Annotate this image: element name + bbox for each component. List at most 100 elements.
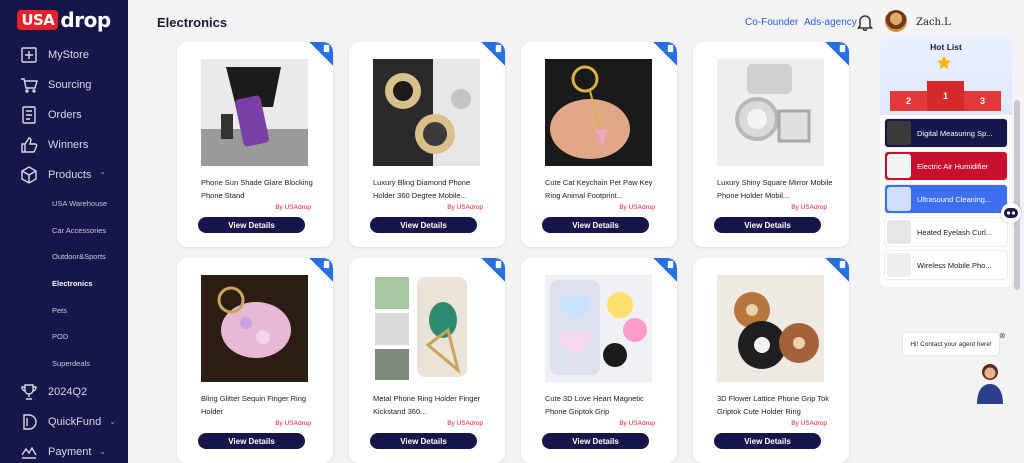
product-card[interactable]: 3D Flower Lattice Phone Grip Tok Griptok… <box>693 258 849 463</box>
hot-list-item[interactable]: Digital Measuring Sp... <box>884 118 1008 148</box>
podium-rank-1: 1 <box>927 81 964 111</box>
product-card[interactable]: Bling Glitter Sequin Finger Ring Holder … <box>177 258 333 463</box>
sidebar-item-2024q2[interactable]: 2024Q2 <box>0 377 128 407</box>
hot-item-thumb <box>887 121 911 145</box>
store-badge-icon <box>309 258 333 282</box>
view-details-button[interactable]: View Details <box>370 433 477 449</box>
hot-list-item[interactable]: Wireless Mobile Pho... <box>884 250 1008 280</box>
hot-item-label: Heated Eyelash Curl... <box>917 227 993 237</box>
view-details-button[interactable]: View Details <box>714 217 821 233</box>
chat-bot-icon[interactable] <box>1001 203 1021 223</box>
sidebar: USA drop MyStore Sourcing Orders Winners… <box>0 0 128 463</box>
view-details-button[interactable]: View Details <box>542 217 649 233</box>
star-icon <box>937 55 951 69</box>
product-image[interactable] <box>373 275 480 382</box>
product-grid: Phone Sun Shade Glare Blocking Phone Sta… <box>128 42 880 463</box>
fund-icon <box>20 413 38 431</box>
sidebar-item-orders[interactable]: Orders <box>0 100 128 130</box>
avatar[interactable] <box>885 10 907 32</box>
product-image[interactable] <box>717 59 824 166</box>
product-image[interactable] <box>545 275 652 382</box>
username[interactable]: Zach.L <box>916 17 951 28</box>
product-card[interactable]: Cute Cat Keychain Pet Paw Key Ring Anima… <box>521 42 677 247</box>
product-title: Cute Cat Keychain Pet Paw Key Ring Anima… <box>545 178 653 200</box>
hot-item-label: Ultrasound Cleaning... <box>917 194 992 204</box>
top-bar: Electronics Co-Founder Ads-agency Zach.L <box>128 0 1024 42</box>
sidebar-item-payment[interactable]: Payment ⌄ <box>0 437 128 463</box>
logo-usa: USA <box>17 10 59 30</box>
hot-item-label: Digital Measuring Sp... <box>917 128 993 138</box>
co-founder-link[interactable]: Co-Founder <box>745 17 798 28</box>
sidebar-item-products[interactable]: Products ⌃ <box>0 160 128 190</box>
product-image[interactable] <box>717 275 824 382</box>
podium-rank-3: 3 <box>964 91 1001 111</box>
close-icon[interactable]: ⊗ <box>999 331 1006 340</box>
hot-list-item[interactable]: Electric Air Humidifier <box>884 151 1008 181</box>
view-details-button[interactable]: View Details <box>542 433 649 449</box>
store-badge-icon <box>653 258 677 282</box>
hot-list-header: Hot List 2 1 3 <box>880 37 1012 115</box>
sidebar-sub-electronics[interactable]: Electronics <box>0 270 128 297</box>
product-card[interactable]: Luxury Shiny Square Mirror Mobile Phone … <box>693 42 849 247</box>
contact-agent-bubble[interactable]: Hi! Contact your agent here! <box>903 333 999 355</box>
hot-item-thumb <box>887 187 911 211</box>
hot-item-label: Wireless Mobile Pho... <box>917 260 992 270</box>
product-image[interactable] <box>201 275 308 382</box>
product-image[interactable] <box>545 59 652 166</box>
product-card[interactable]: Luxury Bling Diamond Phone Holder 360 De… <box>349 42 505 247</box>
sidebar-item-label: Winners <box>48 139 89 151</box>
hot-list-panel: Hot List 2 1 3 Digital Measuring Sp... E… <box>880 37 1012 287</box>
store-badge-icon <box>481 42 505 66</box>
product-vendor: By USAdrop <box>447 204 483 211</box>
product-vendor: By USAdrop <box>447 420 483 427</box>
product-title: Luxury Shiny Square Mirror Mobile Phone … <box>717 178 833 200</box>
product-vendor: By USAdrop <box>619 204 655 211</box>
orders-icon <box>20 106 38 124</box>
sidebar-sub-pets[interactable]: Pets <box>0 297 128 324</box>
sidebar-sub-outdoor-sports[interactable]: Outdoor&Sports <box>0 243 128 270</box>
bell-icon[interactable] <box>857 13 873 32</box>
sidebar-item-sourcing[interactable]: Sourcing <box>0 70 128 100</box>
ads-agency-link[interactable]: Ads-agency <box>804 17 857 28</box>
view-details-button[interactable]: View Details <box>714 433 821 449</box>
sidebar-item-label: 2024Q2 <box>48 385 88 398</box>
usadrop-logo[interactable]: USA drop <box>0 0 128 40</box>
thumbs-up-icon <box>20 136 38 154</box>
podium-rank-2: 2 <box>890 91 927 111</box>
sidebar-item-mystore[interactable]: MyStore <box>0 40 128 70</box>
sidebar-sub-car-accessories[interactable]: Car Accessories <box>0 217 128 244</box>
product-card[interactable]: Phone Sun Shade Glare Blocking Phone Sta… <box>177 42 333 247</box>
sidebar-item-label: MyStore <box>48 49 89 61</box>
box-icon <box>20 166 38 184</box>
store-icon <box>20 46 38 64</box>
chevron-down-icon: ⌄ <box>109 417 116 427</box>
product-title: 3D Flower Lattice Phone Grip Tok Griptok… <box>717 394 829 416</box>
sidebar-item-label: Orders <box>48 109 82 121</box>
sidebar-item-quickfund[interactable]: QuickFund ⌄ <box>0 407 128 437</box>
sidebar-sub-pod[interactable]: POD <box>0 323 128 350</box>
product-vendor: By USAdrop <box>275 420 311 427</box>
product-vendor: By USAdrop <box>791 204 827 211</box>
sidebar-sub-superdeals[interactable]: Superdeals <box>0 350 128 377</box>
sidebar-item-winners[interactable]: Winners <box>0 130 128 160</box>
hot-list-item[interactable]: Heated Eyelash Curl... <box>884 217 1008 247</box>
store-badge-icon <box>653 42 677 66</box>
hot-item-thumb <box>887 154 911 178</box>
scrollbar-thumb[interactable] <box>1014 100 1020 290</box>
view-details-button[interactable]: View Details <box>198 433 305 449</box>
product-title: Metal Phone Ring Holder Finger Kickstand… <box>373 394 481 416</box>
sidebar-item-label: Products <box>48 169 92 181</box>
chevron-up-icon: ⌃ <box>99 170 107 180</box>
hot-item-label: Electric Air Humidifier <box>917 161 989 171</box>
hot-list-item[interactable]: Ultrasound Cleaning... <box>884 184 1008 214</box>
product-card[interactable]: Cute 3D Love Heart Magnetic Phone Gripto… <box>521 258 677 463</box>
agent-avatar[interactable] <box>972 360 1008 404</box>
product-image[interactable] <box>373 59 480 166</box>
product-image[interactable] <box>201 59 308 166</box>
view-details-button[interactable]: View Details <box>198 217 305 233</box>
store-badge-icon <box>309 42 333 66</box>
product-card[interactable]: Metal Phone Ring Holder Finger Kickstand… <box>349 258 505 463</box>
product-vendor: By USAdrop <box>791 420 827 427</box>
sidebar-sub-usa-warehouse[interactable]: USA Warehouse <box>0 190 128 217</box>
view-details-button[interactable]: View Details <box>370 217 477 233</box>
